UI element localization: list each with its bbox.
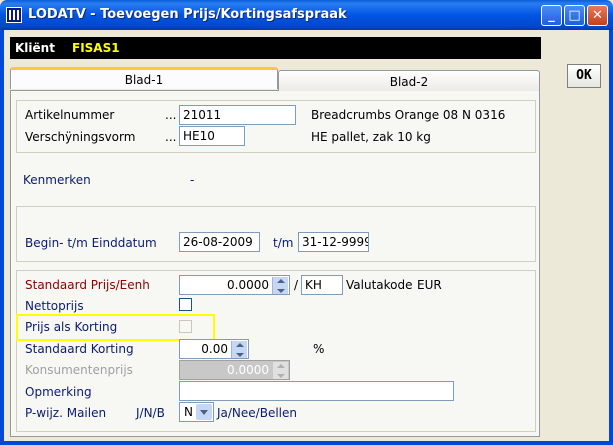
form-field[interactable]: HE10 [179,126,245,146]
std-price-spinner[interactable] [272,277,288,294]
article-description: Breadcrumbs Orange 08 N 0316 [311,108,506,122]
std-price-label: Standaard Prijs/Eenh [25,278,150,292]
form-description: HE pallet, zak 10 kg [311,130,431,144]
std-korting-spinner[interactable] [231,341,247,358]
article-number-lookup[interactable]: ... [165,108,176,122]
tab-blad-1[interactable]: Blad-1 [10,67,278,89]
kenmerken-label: Kenmerken [23,173,91,187]
prijs-als-korting-checkbox[interactable] [179,320,192,333]
mail-code-label: J/N/B [136,406,165,420]
consumer-price-spinner [272,362,288,379]
currency-label: Valutakode [346,278,413,292]
std-price-field[interactable]: 0.0000 [179,275,290,295]
window-border-bottom [0,441,613,445]
form-label: Verschÿningsvorm [25,130,136,144]
remark-field[interactable] [179,381,454,401]
mail-select-value: N [184,405,193,419]
tm-label: t/m [273,236,294,250]
date-range-label: Begin- t/m Einddatum [25,236,157,250]
tab-blad-2[interactable]: Blad-2 [278,70,540,91]
end-date-field[interactable]: 31-12-9999 [298,232,369,252]
std-price-value: 0.0000 [227,278,269,292]
std-korting-field[interactable]: 0.00 [179,339,249,359]
client-value: FISAS1 [72,41,120,55]
consumer-price-value: 0.0000 [227,363,269,377]
nettoprijs-label: Nettoprijs [25,299,84,313]
remark-label: Opmerking [25,385,92,399]
client-label: Kliënt [15,41,55,55]
std-korting-label: Standaard Korting [25,342,134,356]
mail-description: Ja/Nee/Bellen [217,406,297,420]
std-korting-value: 0.00 [201,342,228,356]
app-icon[interactable] [6,7,22,23]
window-border-left [0,30,4,445]
form-lookup[interactable]: ... [165,130,176,144]
consumer-price-field: 0.0000 [179,360,290,380]
close-button[interactable]: ✕ [587,5,608,26]
currency-value: EUR [417,278,442,292]
slash-label: / [294,278,299,292]
article-number-label: Artikelnummer [25,108,115,122]
consumer-price-label: Konsumentenprijs [25,363,133,377]
unit-field[interactable]: KH [301,275,343,295]
mail-label: P-wijz. Mailen [25,406,107,420]
date-group [16,206,536,262]
kenmerken-value: - [190,173,195,187]
ok-button[interactable]: OK [567,64,601,88]
percent-label: % [313,342,325,356]
maximize-button[interactable]: □ [564,5,585,26]
chevron-down-icon[interactable] [196,404,212,420]
begin-date-field[interactable]: 26-08-2009 [179,232,260,252]
nettoprijs-checkbox[interactable] [179,298,192,311]
minimize-button[interactable]: _ [541,5,562,26]
article-number-field[interactable]: 21011 [179,105,296,125]
window-title: LODATV - Toevoegen Prijs/Kortingsafspraa… [28,7,347,22]
prijs-als-korting-label: Prijs als Korting [25,320,118,334]
window-border-right [609,30,613,445]
mail-select[interactable]: N [179,402,214,422]
